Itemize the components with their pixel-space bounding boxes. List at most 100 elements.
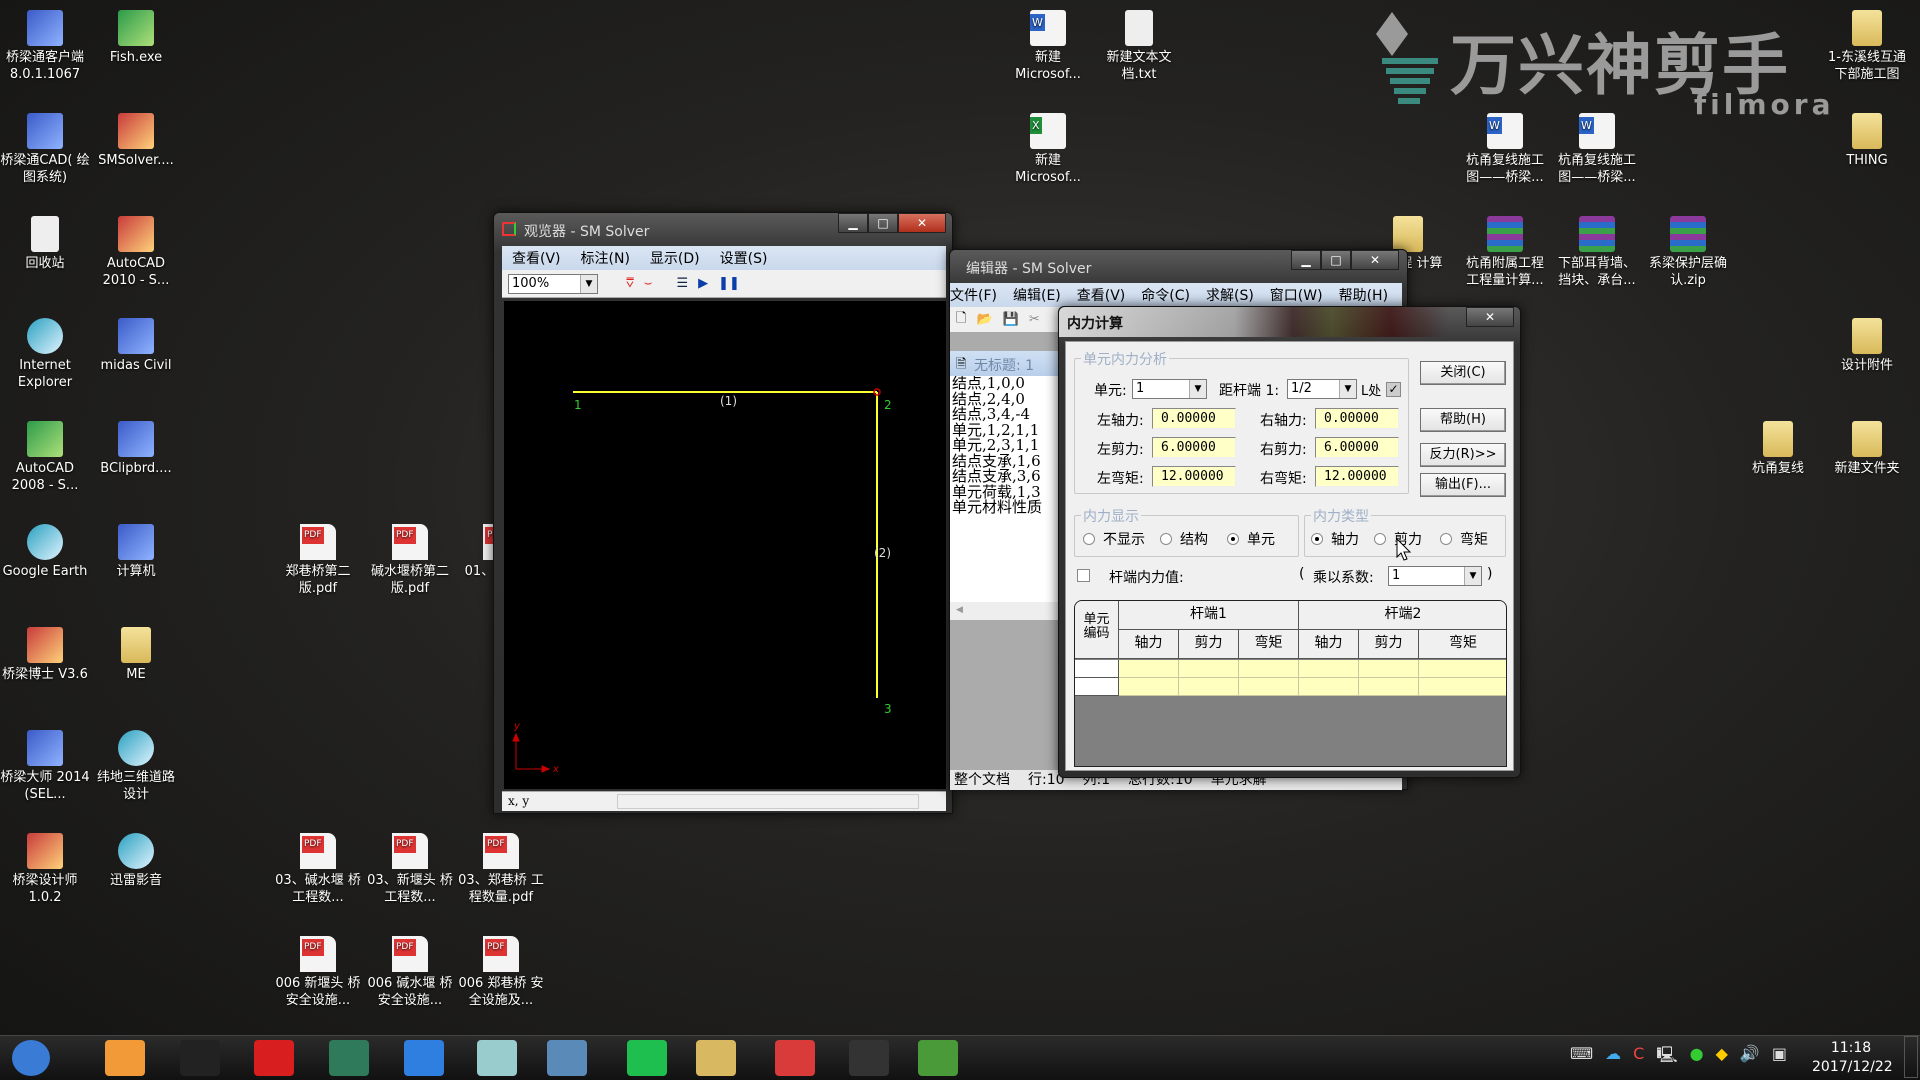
- table-cell[interactable]: [1419, 678, 1506, 696]
- menu-edit[interactable]: 编辑(E): [1013, 285, 1061, 305]
- table-cell[interactable]: [1419, 660, 1506, 678]
- table-cell[interactable]: [1239, 660, 1299, 678]
- desktop-icon-word-file[interactable]: 杭甬复线施工 图——桥梁...: [1459, 113, 1551, 186]
- taskbar-netease-music-icon[interactable]: [254, 1040, 294, 1076]
- structure-canvas[interactable]: 1 2 3 (1) (2) y x: [504, 301, 946, 789]
- desktop-icon-qiaoliang-shejishi[interactable]: 桥梁设计师 1.0.2: [0, 833, 91, 906]
- taskbar-paint-app-icon[interactable]: [105, 1040, 145, 1076]
- cut-icon[interactable]: ✂: [1029, 312, 1040, 327]
- table-cell[interactable]: [1359, 678, 1419, 696]
- taskbar-wps-sheet-icon[interactable]: [627, 1040, 667, 1076]
- desktop-icon-pdf-file[interactable]: 006 碱水堰 桥安全设施...: [364, 936, 456, 1009]
- taskbar-qq-icon[interactable]: [180, 1040, 220, 1076]
- zoom-out-icon[interactable]: ⌣: [644, 276, 653, 291]
- taskbar-explorer-window-icon[interactable]: [547, 1040, 587, 1076]
- display-icon[interactable]: ▣: [1772, 1044, 1787, 1071]
- close-dialog-button[interactable]: 关闭(C): [1420, 361, 1506, 385]
- desktop-icon-word-file[interactable]: 新建 Microsof...: [1002, 10, 1094, 83]
- desktop-icon-pdf-file[interactable]: 03、碱水堰 桥工程数...: [272, 833, 364, 906]
- desktop-icon-qiaoliangtong-cad[interactable]: 桥梁通CAD( 绘图系统): [0, 113, 91, 186]
- desktop-icon-computer[interactable]: 计算机: [90, 524, 182, 580]
- table-cell[interactable]: [1359, 660, 1419, 678]
- menu-window[interactable]: 窗口(W): [1270, 285, 1323, 305]
- help-button[interactable]: 帮助(H): [1420, 408, 1506, 432]
- desktop-icon-internet-explorer[interactable]: Internet Explorer: [0, 318, 91, 391]
- desktop-icon-qiaoliang-dashi[interactable]: 桥梁大师 2014 (SEL...: [0, 730, 91, 803]
- pause-icon[interactable]: ❚❚: [718, 276, 740, 291]
- network-icon[interactable]: 🖳: [1656, 1044, 1677, 1071]
- desktop-icon-pdf-file[interactable]: 03、新堰头 桥工程数...: [364, 833, 456, 906]
- ccleaner-icon[interactable]: C: [1633, 1044, 1644, 1071]
- volume-icon[interactable]: 🔊: [1740, 1044, 1760, 1071]
- element-select[interactable]: 1 ▼: [1132, 379, 1207, 399]
- close-button[interactable]: ✕: [1466, 307, 1514, 327]
- desktop-icon-pdf-file[interactable]: 郑巷桥第二 版.pdf: [272, 524, 364, 597]
- menu-annotate[interactable]: 标注(N): [581, 248, 630, 268]
- desktop-icon-qiaoliangtong-client[interactable]: 桥梁通客户端 8.0.1.1067: [0, 10, 91, 83]
- display-element-radio[interactable]: 单元: [1227, 529, 1275, 549]
- desktop-icon-pdf-file[interactable]: 006 郑巷桥 安全设施及...: [455, 936, 547, 1009]
- l-checkbox[interactable]: ✓: [1386, 382, 1401, 397]
- menu-file[interactable]: 文件(F): [950, 285, 997, 305]
- desktop-icon-qiaoliang-boshi[interactable]: 桥梁博士 V3.6: [0, 627, 91, 683]
- multiplier-select[interactable]: 1 ▼: [1388, 566, 1482, 586]
- new-file-icon[interactable]: 🗋: [956, 309, 966, 331]
- clock[interactable]: 11:18 2017/12/22: [1812, 1039, 1893, 1077]
- table-cell[interactable]: [1179, 678, 1239, 696]
- save-icon[interactable]: 💾: [1003, 312, 1019, 327]
- wechat-icon[interactable]: ●: [1690, 1044, 1704, 1071]
- taskbar-notes-icon[interactable]: [477, 1040, 517, 1076]
- display-structure-radio[interactable]: 结构: [1160, 529, 1208, 549]
- output-button[interactable]: 输出(F)...: [1420, 473, 1506, 497]
- open-folder-icon[interactable]: 📂: [976, 312, 992, 327]
- desktop-icon-folder[interactable]: 杭甬复线: [1732, 421, 1824, 477]
- desktop-icon-autocad-2010[interactable]: AutoCAD 2010 - S...: [90, 216, 182, 289]
- table-cell[interactable]: [1239, 678, 1299, 696]
- taskbar-wps-writer-icon[interactable]: [404, 1040, 444, 1076]
- desktop-icon-fish-exe[interactable]: Fish.exe: [90, 10, 182, 66]
- maximize-button[interactable]: □: [868, 213, 898, 233]
- horizontal-scrollbar[interactable]: ◀: [950, 602, 1060, 620]
- menu-help[interactable]: 帮助(H): [1339, 285, 1388, 305]
- desktop-icon-pdf-file[interactable]: 006 新堰头 桥安全设施...: [272, 936, 364, 1009]
- desktop-icon-zip-file[interactable]: 杭甬附属工程 工程量计算...: [1459, 216, 1551, 289]
- maximize-button[interactable]: □: [1321, 250, 1351, 270]
- editor-text-area[interactable]: 结点,1,0,0 结点,2,4,0 结点,3,4,-4 单元,1,2,1,1 单…: [950, 376, 1060, 620]
- menu-settings[interactable]: 设置(S): [720, 248, 768, 268]
- close-button[interactable]: ✕: [1351, 250, 1399, 270]
- menu-solve[interactable]: 求解(S): [1206, 285, 1254, 305]
- desktop-icon-folder[interactable]: 新建文件夹: [1821, 421, 1913, 477]
- menu-view[interactable]: 查看(V): [512, 248, 561, 268]
- desktop-icon-folder[interactable]: THING: [1821, 113, 1913, 169]
- desktop-icon-pdf-file[interactable]: 03、郑巷桥 工程数量.pdf: [455, 833, 547, 906]
- desktop-icon-google-earth[interactable]: Google Earth: [0, 524, 91, 580]
- menu-view[interactable]: 查看(V): [1077, 285, 1126, 305]
- table-cell[interactable]: [1299, 678, 1359, 696]
- table-cell[interactable]: [1179, 660, 1239, 678]
- menu-command[interactable]: 命令(C): [1141, 285, 1190, 305]
- table-cell[interactable]: [1299, 660, 1359, 678]
- taskbar-smsolver-icon[interactable]: [918, 1040, 958, 1076]
- end-values-checkbox[interactable]: [1077, 569, 1090, 582]
- show-desktop-button[interactable]: [1904, 1036, 1918, 1078]
- minimize-button[interactable]: ▁: [838, 213, 868, 233]
- desktop-icon-text-file[interactable]: 新建文本文 档.txt: [1093, 10, 1185, 83]
- display-none-radio[interactable]: 不显示: [1083, 529, 1145, 549]
- keyboard-icon[interactable]: ⌨: [1570, 1044, 1593, 1071]
- minimize-button[interactable]: ▁: [1291, 250, 1321, 270]
- desktop-icon-zip-file[interactable]: 下部耳背墙、 挡块、承台...: [1551, 216, 1643, 289]
- qq-tray-icon[interactable]: ◆: [1716, 1044, 1728, 1071]
- desktop-icon-folder[interactable]: 1-东溪线互通 下部施工图: [1821, 10, 1913, 83]
- desktop-icon-smsolver[interactable]: SMSolver....: [90, 113, 182, 169]
- close-button[interactable]: ✕: [898, 213, 946, 233]
- desktop-icon-zip-file[interactable]: 系梁保护层确 认.zip: [1642, 216, 1734, 289]
- desktop-icon-bclipbrd[interactable]: BClipbrd....: [90, 421, 182, 477]
- taskbar-autocad-icon[interactable]: [329, 1040, 369, 1076]
- desktop-icon-midas-civil[interactable]: midas Civil: [90, 318, 182, 374]
- zoom-in-icon[interactable]: ⩢: [626, 276, 634, 291]
- taskbar-start-icon[interactable]: [12, 1040, 50, 1076]
- type-moment-radio[interactable]: 弯矩: [1440, 529, 1488, 549]
- desktop-icon-recycle-bin[interactable]: 回收站: [0, 216, 91, 272]
- distance-select[interactable]: 1/2 ▼: [1287, 379, 1357, 399]
- taskbar-obs-icon[interactable]: [849, 1040, 889, 1076]
